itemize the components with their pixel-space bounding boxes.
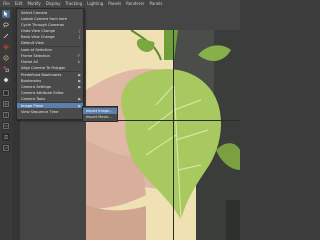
menu-item-look-at-selection[interactable]: Look at Selection (17, 47, 83, 52)
layout-single-button[interactable] (2, 89, 10, 97)
menu-bar: File Edit Modify Display Tracking Lighting Pan… (0, 0, 240, 7)
menu-item-frame-all[interactable]: Frame All A (17, 59, 83, 64)
menu-item-label: Frame Selection (21, 53, 50, 58)
menu-item-image-plane[interactable]: Image Plane ▶ (17, 103, 83, 108)
submenu-arrow-icon: ▶ (78, 72, 81, 77)
menu-item-label: Default View (21, 40, 44, 45)
menu-item-label: Select Camera (21, 10, 48, 15)
menubar-item[interactable]: Panels (108, 1, 121, 6)
four-pane-icon (3, 101, 9, 107)
menu-item-shortcut: ] (78, 34, 80, 39)
cursor-icon (4, 11, 8, 17)
menu-item-label: Lookat Camera from here (21, 16, 67, 21)
universal-tool-button[interactable] (2, 76, 10, 84)
select-tool-button[interactable] (2, 10, 10, 18)
menu-item-label: Align Camera To Polygon (21, 65, 66, 70)
menu-item-label: Camera Attribute Editor (21, 90, 64, 95)
menu-item-label: Camera Settings (21, 84, 51, 89)
menu-item-label: Frame All (21, 59, 38, 64)
diamond-icon (3, 77, 9, 83)
submenu-arrow-icon: ▶ (78, 78, 81, 83)
menu-item-lookat-camera-from-here[interactable]: Lookat Camera from here (17, 16, 83, 21)
image-plane-submenu: Import Image... Import Movie... (82, 106, 118, 122)
menubar-item[interactable]: Modify (27, 1, 40, 6)
graph-icon (3, 145, 9, 151)
submenu-arrow-icon: ▶ (78, 84, 81, 89)
menu-item-shortcut: [ (78, 28, 80, 33)
brush-icon (3, 33, 9, 39)
menubar-item[interactable]: Panels (149, 1, 162, 6)
import-movie-item[interactable]: Import Movie... (83, 114, 117, 120)
menu-item-default-view[interactable]: Default View (17, 40, 83, 45)
menu-item-align-camera-to-polygon[interactable]: Align Camera To Polygon (17, 65, 83, 70)
lasso-tool-button[interactable] (2, 21, 10, 29)
menu-item-label: Undo View Change (21, 28, 55, 33)
scale-icon (3, 66, 9, 72)
menu-item-view-sequence-time[interactable]: View Sequence Time (17, 109, 83, 114)
menu-item-select-camera[interactable]: Select Camera (17, 10, 83, 15)
menu-item-label: Predefined Bookmarks (21, 72, 62, 77)
menu-item-undo-view-change[interactable]: Undo View Change [ (17, 28, 83, 33)
menu-item-bookmarks[interactable]: Bookmarks ▶ (17, 78, 83, 83)
layout-graph-button[interactable] (2, 144, 10, 152)
menubar-item[interactable]: Display (46, 1, 61, 6)
menu-item-cycle-through-cameras[interactable]: Cycle Through Cameras (17, 22, 83, 27)
menu-item-camera-tools[interactable]: Camera Tools ▶ (17, 96, 83, 101)
view-menu: Select Camera Lookat Camera from here Cycl… (16, 8, 84, 120)
lasso-icon (3, 22, 9, 28)
two-pane-icon (3, 112, 9, 118)
layout-outliner-button[interactable] (2, 133, 10, 141)
menu-item-redo-view-change[interactable]: Redo View Change] (17, 34, 83, 39)
menu-item-camera-settings[interactable]: Camera Settings ▶ (17, 84, 83, 89)
menu-item-label: Bookmarks (21, 78, 42, 83)
menu-item-label: View Sequence Time (21, 109, 59, 114)
layout-three-button[interactable] (2, 122, 10, 130)
menu-item-label: Camera Tools (21, 96, 46, 101)
layout-four-button[interactable] (2, 100, 10, 108)
menubar-item[interactable]: Edit (15, 1, 23, 6)
paint-tool-button[interactable] (2, 32, 10, 40)
menu-item-label: Image Plane (21, 103, 44, 108)
rotate-tool-button[interactable] (2, 54, 10, 62)
outliner-icon (4, 135, 8, 139)
menu-item-camera-attribute-editor[interactable]: Camera Attribute Editor (17, 90, 83, 95)
menubar-item[interactable]: File (3, 1, 10, 6)
menu-item-label: Look at Selection (21, 47, 52, 52)
move-icon (3, 44, 9, 50)
scale-tool-button[interactable] (2, 65, 10, 73)
menu-item-frame-selection[interactable]: Frame Selection F (17, 53, 83, 58)
menu-item-shortcut: A (77, 59, 80, 64)
menubar-item[interactable]: Tracking (65, 1, 82, 6)
menubar-item[interactable]: Lighting (87, 1, 103, 6)
layout-two-button[interactable] (2, 111, 10, 119)
viewport-grid-line (173, 30, 174, 240)
menubar-item[interactable]: Renderer (126, 1, 144, 6)
menu-item-shortcut: F (78, 53, 80, 58)
move-tool-button[interactable] (2, 43, 10, 51)
image-plane (86, 30, 240, 240)
menu-item-label: Cycle Through Cameras (21, 22, 64, 27)
three-pane-icon (3, 123, 9, 129)
plant-photo-image (86, 30, 240, 240)
menu-item-label: Redo View Change (21, 34, 55, 39)
menu-item-predefined-bookmarks[interactable]: Predefined Bookmarks ▶ (17, 72, 83, 77)
submenu-arrow-icon: ▶ (78, 96, 81, 101)
rotate-icon (3, 55, 9, 61)
single-pane-icon (3, 90, 9, 96)
submenu-arrow-icon: ▶ (78, 103, 81, 108)
